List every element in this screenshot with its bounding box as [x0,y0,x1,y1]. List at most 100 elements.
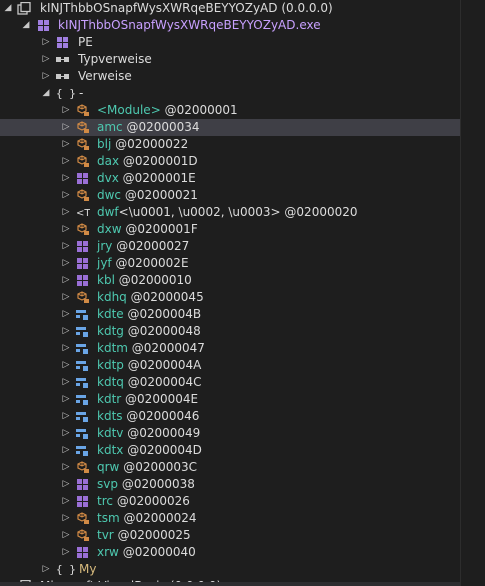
tree-node-type[interactable]: ▷ kdtx @0200004D [0,442,461,459]
tree-node-namespace-my[interactable]: ▷ { } My [0,561,461,578]
tree-node-type[interactable]: ▷ kdtv @02000049 [0,425,461,442]
enum-icon [76,427,90,440]
module-label: kINJThbbOSnapfWysXWRqeBEYYOZyAD.exe [58,18,321,32]
tree-node-namespace[interactable]: ◢ { } - [0,85,461,102]
expand-arrow-icon[interactable]: ▷ [60,527,72,544]
tree-node-type[interactable]: ▷ dax @0200001D [0,153,461,170]
enum-icon [76,308,90,321]
expand-arrow-icon[interactable]: ▷ [60,102,72,119]
tree-node-type[interactable]: ▷ kdhq @02000045 [0,289,461,306]
tree-node-type[interactable]: ▷ tvr @02000025 [0,527,461,544]
tree-node-references[interactable]: ▷ Verweise [0,68,461,85]
expand-arrow-icon[interactable]: ▷ [40,51,52,68]
tree-node-type[interactable]: ▷ <T> dwf<\u0001, \u0002, \u0003> @0200002… [0,204,461,221]
expand-arrow-icon[interactable]: ▷ [60,340,72,357]
enum-icon [76,359,90,372]
tree-node-type[interactable]: ▷ qrw @0200003C [0,459,461,476]
enum-icon [76,376,90,389]
tree-node-type[interactable]: ▷ jyf @0200002E [0,255,461,272]
tree-node-type[interactable]: ▷ <Module> @02000001 [0,102,461,119]
expand-arrow-icon[interactable]: ▷ [60,493,72,510]
class-icon [76,529,90,542]
expand-arrow-icon[interactable]: ▷ [60,238,72,255]
tree-node-type[interactable]: ▷ dxw @0200001F [0,221,461,238]
tree-node-module[interactable]: ◢ kINJThbbOSnapfWysXWRqeBEYYOZyAD.exe [0,17,461,34]
expand-arrow-icon[interactable]: ▷ [60,544,72,561]
collapse-arrow-icon[interactable]: ◢ [2,0,14,17]
tree-node-type[interactable]: ▷ svp @02000038 [0,476,461,493]
tree-node-type[interactable]: ▷ dwc @02000021 [0,187,461,204]
expand-arrow-icon[interactable]: ▷ [60,425,72,442]
expand-arrow-icon[interactable]: ▷ [60,136,72,153]
expand-arrow-icon[interactable]: ▷ [40,68,52,85]
expand-arrow-icon[interactable]: ▷ [60,255,72,272]
collapse-arrow-icon[interactable]: ◢ [20,17,32,34]
expand-arrow-icon[interactable]: ▷ [60,306,72,323]
type-token: @0200001F [125,222,198,236]
expand-arrow-icon[interactable]: ▷ [40,561,52,578]
expand-arrow-icon[interactable]: ▷ [60,408,72,425]
namespace-label: - [79,86,84,100]
expand-arrow-icon[interactable]: ▷ [60,119,72,136]
tree-node-type[interactable]: ▷ jry @02000027 [0,238,461,255]
expand-arrow-icon[interactable]: ▷ [60,374,72,391]
tree-node-type[interactable]: ▷ kbl @02000010 [0,272,461,289]
tree-node-type[interactable]: ▷ kdtr @0200004E [0,391,461,408]
tree-node-assembly[interactable]: ◢ kINJThbbOSnapfWysXWRqeBEYYOZyAD (0.0.0… [0,0,461,17]
expand-arrow-icon[interactable]: ▷ [60,442,72,459]
type-token: @02000047 [131,341,205,355]
tree-node-type[interactable]: ▷ kdtg @02000048 [0,323,461,340]
tree-node-type[interactable]: ▷ kdts @02000046 [0,408,461,425]
class-icon [76,121,90,134]
expand-arrow-icon[interactable]: ▷ [60,391,72,408]
collapse-arrow-icon[interactable]: ◢ [40,85,52,102]
expand-arrow-icon[interactable]: ▷ [60,170,72,187]
expand-arrow-icon[interactable]: ▷ [60,357,72,374]
expand-arrow-icon[interactable]: ▷ [60,459,72,476]
expand-arrow-icon[interactable]: ▷ [60,153,72,170]
horizontal-scrollbar[interactable] [0,582,461,586]
tree-node-type[interactable]: ▷ xrw @02000040 [0,544,461,561]
vertical-scrollbar[interactable] [460,0,485,586]
type-name: <Module> [97,103,161,117]
class-icon [76,512,90,525]
type-label: xrw @02000040 [97,544,196,561]
type-name: kdtq [97,375,124,389]
tree-node-type[interactable]: ▷ trc @02000026 [0,493,461,510]
enum-icon [76,410,90,423]
tree-node-type[interactable]: ▷ kdte @0200004B [0,306,461,323]
tree-node-type[interactable]: ▷ dvx @0200001E [0,170,461,187]
type-token: @0200004D [127,443,202,457]
type-name: jyf [97,256,112,270]
expand-arrow-icon[interactable]: ▷ [60,476,72,493]
type-token: @0200001D [122,154,198,168]
expand-arrow-icon[interactable]: ▷ [40,34,52,51]
tree-node-type[interactable]: ▷ kdtq @0200004C [0,374,461,391]
expand-arrow-icon[interactable]: ▷ [60,510,72,527]
tree-node-pe[interactable]: ▷ PE [0,34,461,51]
type-name: kbl [97,273,115,287]
tree-node-type[interactable]: ▷ kdtp @0200004A [0,357,461,374]
type-token: @02000045 [130,290,204,304]
tree-node-type[interactable]: ▷ blj @02000022 [0,136,461,153]
type-token: @0200004B [127,307,202,321]
type-name: kdte [97,307,124,321]
expand-arrow-icon[interactable]: ▷ [60,272,72,289]
assembly-label: kINJThbbOSnapfWysXWRqeBEYYOZyAD (0.0.0.0… [40,1,333,15]
class-icon [76,155,90,168]
expand-arrow-icon[interactable]: ▷ [60,323,72,340]
type-name: xrw [97,545,119,559]
type-name: kdtp [97,358,124,372]
struct-icon [76,172,90,185]
expand-arrow-icon[interactable]: ▷ [60,289,72,306]
expand-arrow-icon[interactable]: ▷ [60,187,72,204]
type-token: @0200004C [127,375,202,389]
expand-arrow-icon[interactable]: ▷ [60,204,72,221]
type-name: dxw [97,222,122,236]
tree-node-type[interactable]: ▷ amc @02000034 [0,119,461,136]
tree-node-type-references[interactable]: ▷ Typverweise [0,51,461,68]
expand-arrow-icon[interactable]: ▷ [60,221,72,238]
tree-node-type[interactable]: ▷ kdtm @02000047 [0,340,461,357]
type-generic-params: <\u0001, \u0002, \u0003> [118,205,281,219]
tree-node-type[interactable]: ▷ tsm @02000024 [0,510,461,527]
